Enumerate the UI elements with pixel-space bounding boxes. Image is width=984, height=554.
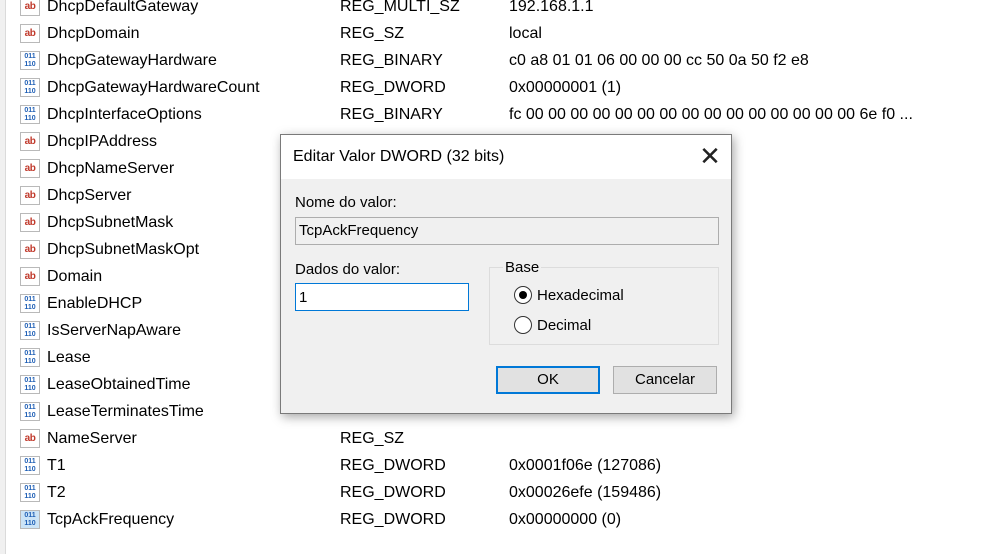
dialog-title: Editar Valor DWORD (32 bits) [293, 148, 505, 165]
list-item[interactable]: ab NameServer REG_SZ [0, 426, 984, 453]
value-data: 0x00000001 (1) [509, 79, 622, 96]
binary-value-icon: 011 110 [20, 294, 40, 313]
edit-dword-dialog: Editar Valor DWORD (32 bits) ✕ Nome do v… [280, 134, 732, 414]
value-type: REG_DWORD [340, 457, 446, 474]
value-name: TcpAckFrequency [47, 511, 175, 528]
binary-value-icon: 011 110 [20, 456, 40, 475]
dialog-titlebar: Editar Valor DWORD (32 bits) ✕ [281, 135, 731, 179]
value-name: DhcpDefaultGateway [47, 0, 199, 15]
value-name-field: TcpAckFrequency [295, 217, 719, 245]
value-name: DhcpDomain [47, 25, 140, 42]
value-name: LeaseObtainedTime [47, 376, 191, 393]
hexadecimal-radio[interactable] [514, 286, 532, 304]
close-icon[interactable]: ✕ [693, 141, 727, 173]
value-type: REG_BINARY [340, 106, 443, 123]
value-data: local [509, 25, 542, 42]
value-data: fc 00 00 00 00 00 00 00 00 00 00 00 00 0… [509, 106, 913, 123]
list-item[interactable]: ab DhcpDefaultGateway REG_MULTI_SZ 192.168.… [0, 0, 984, 21]
string-value-icon: ab [20, 24, 40, 43]
decimal-label[interactable]: Decimal [537, 317, 591, 334]
value-type: REG_MULTI_SZ [340, 0, 460, 15]
value-name: DhcpIPAddress [47, 133, 157, 150]
value-name: DhcpSubnetMask [47, 214, 174, 231]
value-type: REG_SZ [340, 430, 405, 447]
value-name: T1 [47, 457, 66, 474]
value-name: EnableDHCP [47, 295, 143, 312]
binary-value-icon: 011 110 [20, 105, 40, 124]
value-name: DhcpGatewayHardwareCount [47, 79, 260, 96]
value-data: 0x0001f06e (127086) [509, 457, 662, 474]
value-name: DhcpServer [47, 187, 132, 204]
string-value-icon: ab [20, 267, 40, 286]
value-name: DhcpSubnetMaskOpt [47, 241, 200, 258]
list-item[interactable]: 011 110 T1 REG_DWORD 0x0001f06e (127086) [0, 453, 984, 480]
value-name: T2 [47, 484, 66, 501]
binary-value-icon: 011 110 [20, 321, 40, 340]
binary-value-icon: 011 110 [20, 483, 40, 502]
value-data-label: Dados do valor: [295, 261, 401, 278]
string-value-icon: ab [20, 429, 40, 448]
value-name: Lease [47, 349, 91, 366]
value-name-label: Nome do valor: [295, 194, 397, 211]
list-item[interactable]: 011 110 TcpAckFrequency REG_DWORD 0x00000000… [0, 507, 984, 534]
value-data: c0 a8 01 01 06 00 00 00 cc 50 0a 50 f2 e… [509, 52, 809, 69]
string-value-icon: ab [20, 213, 40, 232]
string-value-icon: ab [20, 159, 40, 178]
value-data: 192.168.1.1 [509, 0, 594, 15]
cancel-button[interactable]: Cancelar [613, 366, 717, 394]
value-type: REG_BINARY [340, 52, 443, 69]
value-type: REG_DWORD [340, 484, 446, 501]
string-value-icon: ab [20, 132, 40, 151]
value-name: LeaseTerminatesTime [47, 403, 204, 420]
value-name: IsServerNapAware [47, 322, 181, 339]
binary-value-icon: 011 110 [20, 78, 40, 97]
list-item[interactable]: ab DhcpDomain REG_SZ local [0, 21, 984, 48]
string-value-icon: ab [20, 186, 40, 205]
value-name: DhcpInterfaceOptions [47, 106, 202, 123]
value-name: NameServer [47, 430, 137, 447]
list-item[interactable]: 011 110 DhcpInterfaceOptions REG_BINARY fc 0… [0, 102, 984, 129]
string-value-icon: ab [20, 0, 40, 16]
value-type: REG_SZ [340, 25, 405, 42]
base-label: Base [503, 259, 542, 276]
value-data: 0x00000000 (0) [509, 511, 622, 528]
value-data-input[interactable] [295, 283, 469, 311]
binary-value-icon: 011 110 [20, 402, 40, 421]
binary-value-icon: 011 110 [20, 510, 40, 529]
list-item[interactable]: 011 110 T2 REG_DWORD 0x00026efe (159486) [0, 480, 984, 507]
binary-value-icon: 011 110 [20, 51, 40, 70]
value-name: Domain [47, 268, 103, 285]
value-type: REG_DWORD [340, 511, 446, 528]
list-item[interactable]: 011 110 DhcpGatewayHardwareCount REG_DWORD 0… [0, 75, 984, 102]
ok-button[interactable]: OK [496, 366, 600, 394]
string-value-icon: ab [20, 240, 40, 259]
value-name: DhcpGatewayHardware [47, 52, 217, 69]
value-data: 0x00026efe (159486) [509, 484, 662, 501]
hexadecimal-label[interactable]: Hexadecimal [537, 287, 624, 304]
binary-value-icon: 011 110 [20, 348, 40, 367]
list-item[interactable]: 011 110 DhcpGatewayHardware REG_BINARY c0 a8… [0, 48, 984, 75]
value-type: REG_DWORD [340, 79, 446, 96]
value-name: DhcpNameServer [47, 160, 175, 177]
decimal-radio[interactable] [514, 316, 532, 334]
binary-value-icon: 011 110 [20, 375, 40, 394]
